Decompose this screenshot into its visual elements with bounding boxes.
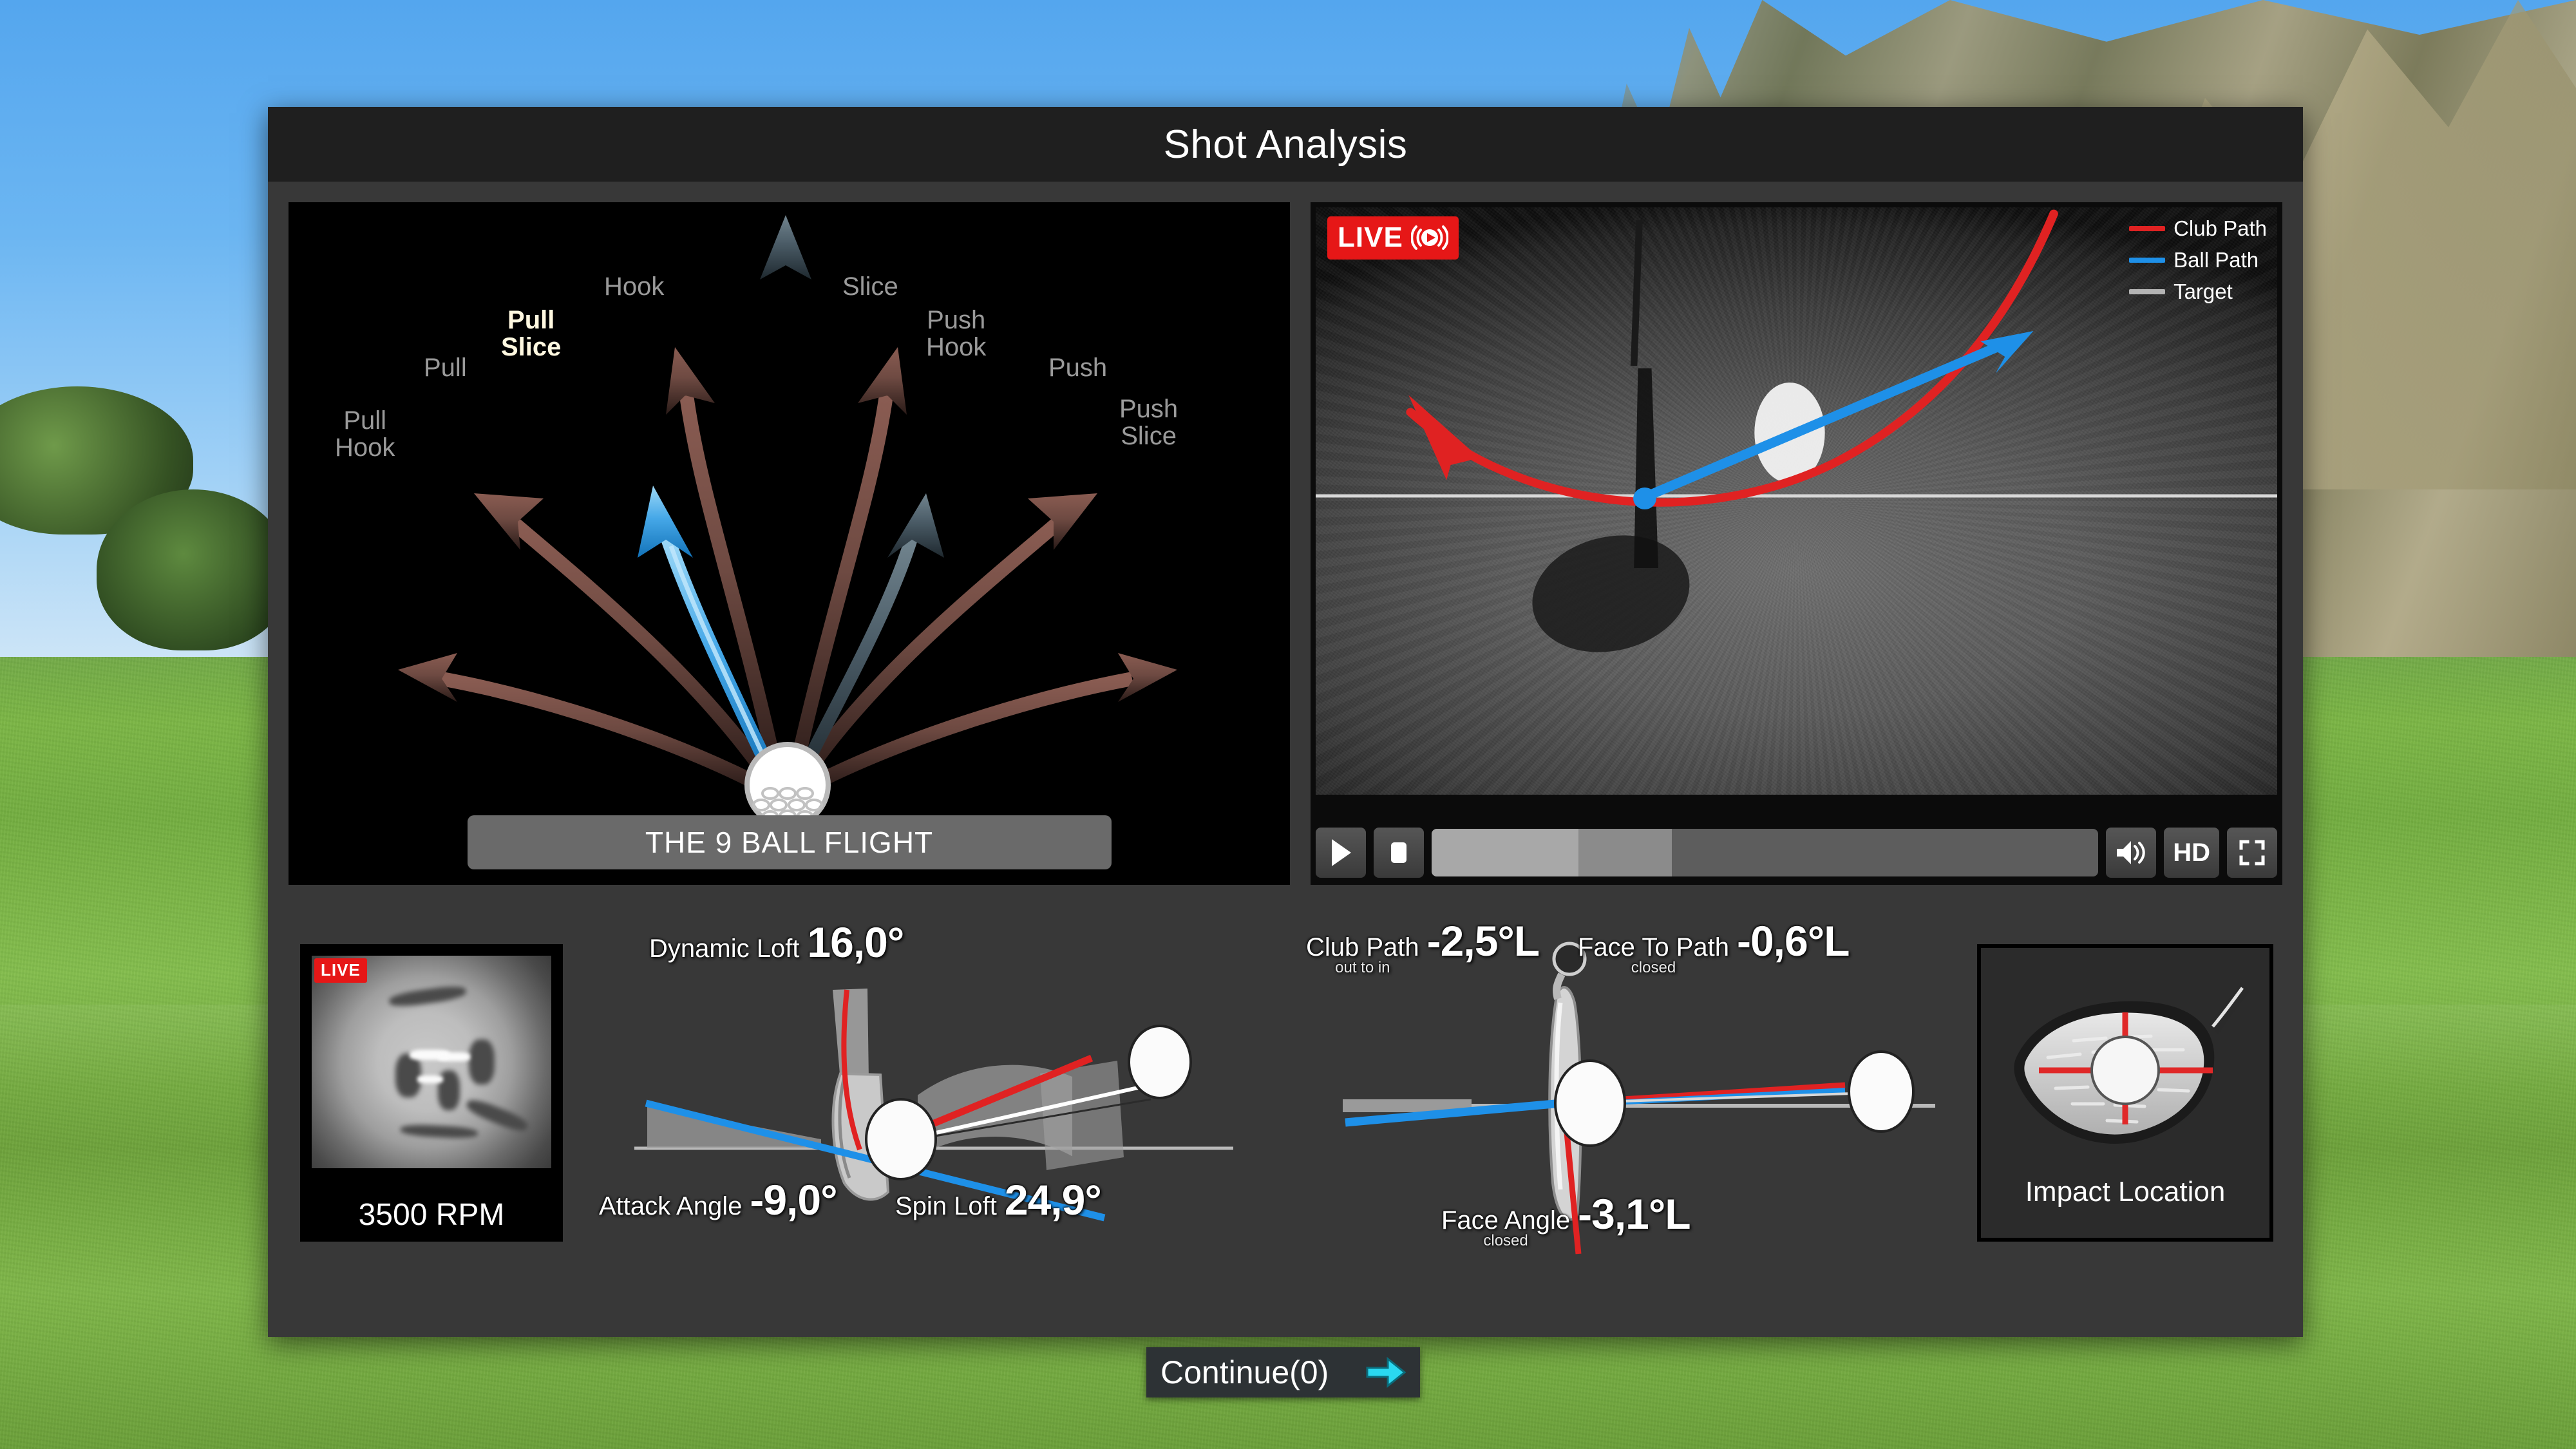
impact-location-label: Impact Location [2025,1176,2226,1208]
page-title: Shot Analysis [1163,122,1408,167]
flight-label-slice: Slice [842,272,898,301]
nine-ball-flight-arrows [398,215,1177,866]
metric-attack-angle-value: -9,0° [750,1176,837,1224]
volume-icon [2117,841,2145,864]
metric-attack-angle-label: Attack Angle [599,1192,743,1220]
metric-club-path-sublabel: out to in [1335,959,1390,976]
metric-club-path: Club Path out to in -2,5°L [1306,916,1540,976]
metric-dynamic-loft-label: Dynamic Loft [649,934,800,963]
window-titlebar: Shot Analysis [268,107,2303,182]
hd-quality-button[interactable]: HD [2164,828,2219,878]
legend-swatch-club-path [2129,226,2166,231]
volume-button[interactable] [2106,828,2157,878]
flight-label-pull-slice: Pull Slice [501,306,562,361]
metric-attack-angle: Attack Angle -9,0° [599,1175,838,1224]
metric-face-angle-sublabel: closed [1483,1232,1528,1249]
legend-label-target: Target [2174,279,2233,303]
flight-label-push: Push [1048,354,1108,382]
metric-spin-loft-value: 24,9° [1004,1176,1102,1224]
legend-swatch-target [2129,289,2166,294]
fullscreen-icon [2239,840,2265,866]
metric-face-to-path-label: Face To Path [1578,933,1729,961]
flight-label-pull-hook: Pull Hook [335,406,395,462]
spin-rate-card[interactable]: LIVE 3500 RPM [300,944,563,1242]
play-icon [1332,839,1351,866]
video-progress-bar[interactable] [1432,829,2099,876]
metric-face-to-path: Face To Path closed -0,6°L [1578,916,1850,976]
legend-label-ball-path: Ball Path [2174,248,2259,272]
live-badge-text: LIVE [1338,222,1403,253]
video-controls: HD [1316,827,2277,878]
ball-flight-diagram-panel: Pull Hook Pull Pull Slice Hook Slice Pus… [289,202,1290,885]
continue-button-label: Continue(0) [1160,1354,1329,1390]
metric-face-angle-label: Face Angle [1441,1206,1571,1235]
high-speed-video-panel: LIVE Club Path Ball Path Target HD [1311,202,2282,885]
live-badge-video: LIVE [1327,216,1459,260]
top-row: Pull Hook Pull Pull Slice Hook Slice Pus… [289,202,2282,885]
live-badge-spin: LIVE [314,958,367,983]
fullscreen-button[interactable] [2227,828,2277,878]
ball-flight-caption: THE 9 BALL FLIGHT [467,815,1112,869]
spin-rate-value: 3500 RPM [358,1198,505,1232]
video-played-fill [1432,829,1578,876]
flight-label-push-slice: Push Slice [1119,395,1179,450]
metric-club-path-label: Club Path [1306,933,1419,961]
legend-item-target: Target [2129,279,2267,304]
spin-camera-image [312,956,551,1168]
legend-swatch-ball-path [2129,258,2166,263]
arrow-right-icon [1366,1356,1406,1388]
metric-spin-loft: Spin Loft 24,9° [895,1175,1102,1224]
bottom-metrics-row: LIVE 3500 RPM Dynamic Loft 16,0° Attack … [289,885,2282,1297]
loft-metrics-diagram: Dynamic Loft 16,0° Attack Angle -9,0° Sp… [599,913,1275,1273]
metric-club-path-value: -2,5°L [1426,917,1540,965]
metric-face-to-path-value: -0,6°L [1736,917,1850,965]
video-feed[interactable]: LIVE Club Path Ball Path Target [1316,207,2277,795]
stop-icon [1391,842,1406,863]
legend-item-club-path: Club Path [2129,216,2267,241]
path-metrics-diagram: Club Path out to in -2,5°L Face To Path … [1301,913,1977,1273]
club-face-illustration [1996,962,2254,1175]
metric-dynamic-loft-value: 16,0° [807,918,904,966]
metric-face-angle: Face Angle closed -3,1°L [1441,1189,1691,1249]
video-buffer-fill [1578,829,1672,876]
flight-label-push-hook: Push Hook [926,306,987,361]
video-legend: Club Path Ball Path Target [2129,216,2267,304]
window-content: Pull Hook Pull Pull Slice Hook Slice Pus… [268,182,2303,1337]
legend-label-club-path: Club Path [2174,216,2267,240]
impact-location-card[interactable]: Impact Location [1977,944,2273,1242]
play-button[interactable] [1316,828,1366,878]
metric-face-to-path-sublabel: closed [1631,959,1676,976]
metric-dynamic-loft: Dynamic Loft 16,0° [649,918,904,967]
flight-label-pull: Pull [424,354,467,382]
continue-button[interactable]: Continue(0) [1146,1347,1420,1397]
metric-spin-loft-label: Spin Loft [895,1192,997,1220]
stop-button[interactable] [1374,828,1424,878]
shot-analysis-window: Shot Analysis Pull Hook Pull Pull Slice … [268,107,2303,1337]
metric-face-angle-value: -3,1°L [1578,1190,1690,1238]
legend-item-ball-path: Ball Path [2129,248,2267,272]
flight-label-hook: Hook [604,272,665,301]
live-badge-spin-text: LIVE [321,960,361,980]
broadcast-icon [1410,225,1448,250]
